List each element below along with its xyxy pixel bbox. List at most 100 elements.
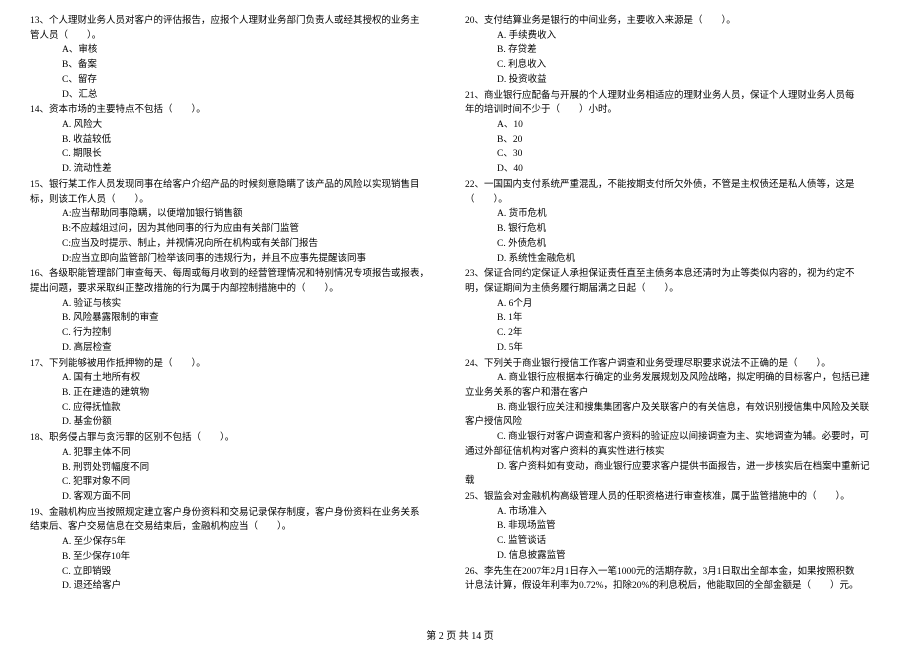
q24-opt-b: B. 商业银行应关注和搜集集团客户及关联客户的有关信息，有效识别授信集中风险及关…: [465, 401, 890, 416]
q14-opts: A. 风险大 B. 收益较低 C. 期限长 D. 流动性差: [30, 118, 455, 177]
q15-opt-a: A:应当帮助同事隐瞒，以便增加银行销售额: [62, 207, 455, 222]
question-25: 25、银监会对金融机构高级管理人员的任职资格进行审查核准，属于监管措施中的（ ）…: [465, 490, 890, 564]
left-column: 13、个人理财业务人员对客户的评估报告，应报个人理财业务部门负责人或经其授权的业…: [30, 14, 455, 595]
q24-opt-d: D. 客户资料如有变动，商业银行应要求客户提供书面报告，进一步核实后在档案中重新…: [465, 460, 890, 475]
q19-stem: 19、金融机构应当按照规定建立客户身份资料和交易记录保存制度，客户身份资料在业务…: [30, 506, 455, 521]
q13-opt-d: D、汇总: [62, 88, 455, 103]
q21-opt-b: B、20: [497, 133, 890, 148]
q24-opt-c: C. 商业银行对客户调查和客户资料的验证应以间接调查为主、实地调查为辅。必要时，…: [465, 430, 890, 445]
q22-opt-b: B. 银行危机: [497, 222, 890, 237]
q23-stem: 23、保证合同约定保证人承担保证责任直至主债务本息还清时为止等类似内容的，视为约…: [465, 267, 890, 282]
q13-opts: A、审核 B、备案 C、留存 D、汇总: [30, 43, 455, 102]
question-16: 16、各级职能管理部门审查每天、每周或每月收到的经营管理情况和特别情况专项报告或…: [30, 267, 455, 355]
q18-stem: 18、职务侵占罪与贪污罪的区别不包括（ ）。: [30, 431, 455, 446]
q16-opt-d: D. 高层检查: [62, 341, 455, 356]
q23-opt-c: C. 2年: [497, 326, 890, 341]
q22-stem: 22、一国国内支付系统严重混乱，不能按期支付所欠外债，不管是主权债还是私人债等，…: [465, 178, 890, 193]
q22-opts: A. 货币危机 B. 银行危机 C. 外债危机 D. 系统性金融危机: [465, 207, 890, 266]
q21-opt-a: A、10: [497, 118, 890, 133]
q19-opt-b: B. 至少保存10年: [62, 550, 455, 565]
question-22: 22、一国国内支付系统严重混乱，不能按期支付所欠外债，不管是主权债还是私人债等，…: [465, 178, 890, 266]
q15-cont: 标，则该工作人员（ ）。: [30, 193, 455, 208]
q15-stem: 15、银行某工作人员发现同事在给客户介绍产品的时候刻意隐瞒了该产品的风险以实现销…: [30, 178, 455, 193]
q17-opt-b: B. 正在建造的建筑物: [62, 386, 455, 401]
q17-opts: A. 国有土地所有权 B. 正在建造的建筑物 C. 应得抚恤款 D. 基金份额: [30, 371, 455, 430]
q21-opts: A、10 B、20 C、30 D、40: [465, 118, 890, 177]
q22-opt-d: D. 系统性金融危机: [497, 252, 890, 267]
q23-opt-d: D. 5年: [497, 341, 890, 356]
q16-opt-a: A. 验证与核实: [62, 297, 455, 312]
q20-opt-d: D. 投资收益: [497, 73, 890, 88]
q20-opts: A. 手续费收入 B. 存贷差 C. 利息收入 D. 投资收益: [465, 29, 890, 88]
q19-opt-c: C. 立即销毁: [62, 565, 455, 580]
q16-opt-c: C. 行为控制: [62, 326, 455, 341]
q15-opt-d: D:应当立即向监管部门检举该同事的违规行为，并且不应事先提醒该同事: [62, 252, 455, 267]
q15-opt-c: C:应当及时提示、制止，并视情况向所在机构或有关部门报告: [62, 237, 455, 252]
q17-opt-a: A. 国有土地所有权: [62, 371, 455, 386]
q13-opt-a: A、审核: [62, 43, 455, 58]
question-17: 17、下列能够被用作抵押物的是（ ）。 A. 国有土地所有权 B. 正在建造的建…: [30, 357, 455, 431]
q17-opt-c: C. 应得抚恤款: [62, 401, 455, 416]
q22-opt-c: C. 外债危机: [497, 237, 890, 252]
q24-opt-a: A. 商业银行应根据本行确定的业务发展规划及风险战略，拟定明确的目标客户，包括已…: [465, 371, 890, 386]
question-19: 19、金融机构应当按照规定建立客户身份资料和交易记录保存制度，客户身份资料在业务…: [30, 506, 455, 594]
q23-opt-b: B. 1年: [497, 311, 890, 326]
q26-cont: 计息法计算，假设年利率为0.72%，扣除20%的利息税后，他能取回的全部金额是（…: [465, 579, 890, 594]
question-18: 18、职务侵占罪与贪污罪的区别不包括（ ）。 A. 犯罪主体不同 B. 刑罚处罚…: [30, 431, 455, 505]
q16-opt-b: B. 风险暴露限制的审查: [62, 311, 455, 326]
q23-opts: A. 6个月 B. 1年 C. 2年 D. 5年: [465, 297, 890, 356]
q15-opts: A:应当帮助同事隐瞒，以便增加银行销售额 B:不应越俎过问，因为其他同事的行为应…: [30, 207, 455, 266]
q23-opt-a: A. 6个月: [497, 297, 890, 312]
q19-opt-a: A. 至少保存5年: [62, 535, 455, 550]
q14-opt-d: D. 流动性差: [62, 162, 455, 177]
q26-stem: 26、李先生在2007年2月1日存入一笔1000元的活期存款，3月1日取出全部本…: [465, 565, 890, 580]
q20-opt-a: A. 手续费收入: [497, 29, 890, 44]
q18-opt-b: B. 刑罚处罚幅度不同: [62, 461, 455, 476]
q17-stem: 17、下列能够被用作抵押物的是（ ）。: [30, 357, 455, 372]
q19-opts: A. 至少保存5年 B. 至少保存10年 C. 立即销毁 D. 退还给客户: [30, 535, 455, 594]
q16-stem: 16、各级职能管理部门审查每天、每周或每月收到的经营管理情况和特别情况专项报告或…: [30, 267, 455, 282]
q21-stem: 21、商业银行应配备与开展的个人理财业务相适应的理财业务人员，保证个人理财业务人…: [465, 89, 890, 104]
q18-opt-a: A. 犯罪主体不同: [62, 446, 455, 461]
q13-cont: 管人员（ ）。: [30, 29, 455, 44]
q20-opt-b: B. 存贷差: [497, 43, 890, 58]
q16-opts: A. 验证与核实 B. 风险暴露限制的审查 C. 行为控制 D. 高层检查: [30, 297, 455, 356]
question-26: 26、李先生在2007年2月1日存入一笔1000元的活期存款，3月1日取出全部本…: [465, 565, 890, 594]
q24-stem: 24、下列关于商业银行授信工作客户调查和业务受理尽职要求说法不正确的是（ ）。: [465, 357, 890, 372]
q21-opt-d: D、40: [497, 162, 890, 177]
q14-stem: 14、资本市场的主要特点不包括（ ）。: [30, 103, 455, 118]
q14-opt-c: C. 期限长: [62, 147, 455, 162]
q20-opt-c: C. 利息收入: [497, 58, 890, 73]
q13-stem: 13、个人理财业务人员对客户的评估报告，应报个人理财业务部门负责人或经其授权的业…: [30, 14, 455, 29]
q18-opt-d: D. 客观方面不同: [62, 490, 455, 505]
q25-opt-d: D. 信息披露监管: [497, 549, 890, 564]
question-21: 21、商业银行应配备与开展的个人理财业务相适应的理财业务人员，保证个人理财业务人…: [465, 89, 890, 177]
q25-stem: 25、银监会对金融机构高级管理人员的任职资格进行审查核准，属于监管措施中的（ ）…: [465, 490, 890, 505]
page-content: 13、个人理财业务人员对客户的评估报告，应报个人理财业务部门负责人或经其授权的业…: [0, 0, 920, 595]
q24-opt-a-cont: 立业务关系的客户和潜在客户: [465, 386, 890, 401]
question-14: 14、资本市场的主要特点不包括（ ）。 A. 风险大 B. 收益较低 C. 期限…: [30, 103, 455, 177]
question-15: 15、银行某工作人员发现同事在给客户介绍产品的时候刻意隐瞒了该产品的风险以实现销…: [30, 178, 455, 266]
q24-opt-b-cont: 客户授信风险: [465, 415, 890, 430]
q19-opt-d: D. 退还给客户: [62, 579, 455, 594]
q13-opt-c: C、留存: [62, 73, 455, 88]
q25-opt-c: C. 监管谈话: [497, 534, 890, 549]
q24-opt-c-cont: 通过外部征信机构对客户资料的真实性进行核实: [465, 445, 890, 460]
q22-cont: （ ）。: [465, 193, 890, 208]
q14-opt-a: A. 风险大: [62, 118, 455, 133]
q15-opt-b: B:不应越俎过问，因为其他同事的行为应由有关部门监管: [62, 222, 455, 237]
q25-opt-a: A. 市场准入: [497, 505, 890, 520]
q18-opts: A. 犯罪主体不同 B. 刑罚处罚幅度不同 C. 犯罪对象不同 D. 客观方面不…: [30, 446, 455, 505]
question-24: 24、下列关于商业银行授信工作客户调查和业务受理尽职要求说法不正确的是（ ）。 …: [465, 357, 890, 489]
question-23: 23、保证合同约定保证人承担保证责任直至主债务本息还清时为止等类似内容的，视为约…: [465, 267, 890, 355]
q17-opt-d: D. 基金份额: [62, 415, 455, 430]
q20-stem: 20、支付结算业务是银行的中间业务，主要收入来源是（ ）。: [465, 14, 890, 29]
q14-opt-b: B. 收益较低: [62, 133, 455, 148]
question-20: 20、支付结算业务是银行的中间业务，主要收入来源是（ ）。 A. 手续费收入 B…: [465, 14, 890, 88]
q23-cont: 明，保证期间为主债务履行期届满之日起（ ）。: [465, 282, 890, 297]
page-footer: 第 2 页 共 14 页: [0, 629, 920, 645]
q13-opt-b: B、备案: [62, 58, 455, 73]
right-column: 20、支付结算业务是银行的中间业务，主要收入来源是（ ）。 A. 手续费收入 B…: [465, 14, 890, 595]
q24-opt-d-cont: 载: [465, 474, 890, 489]
q21-cont: 年的培训时间不少于（ ）小时。: [465, 103, 890, 118]
